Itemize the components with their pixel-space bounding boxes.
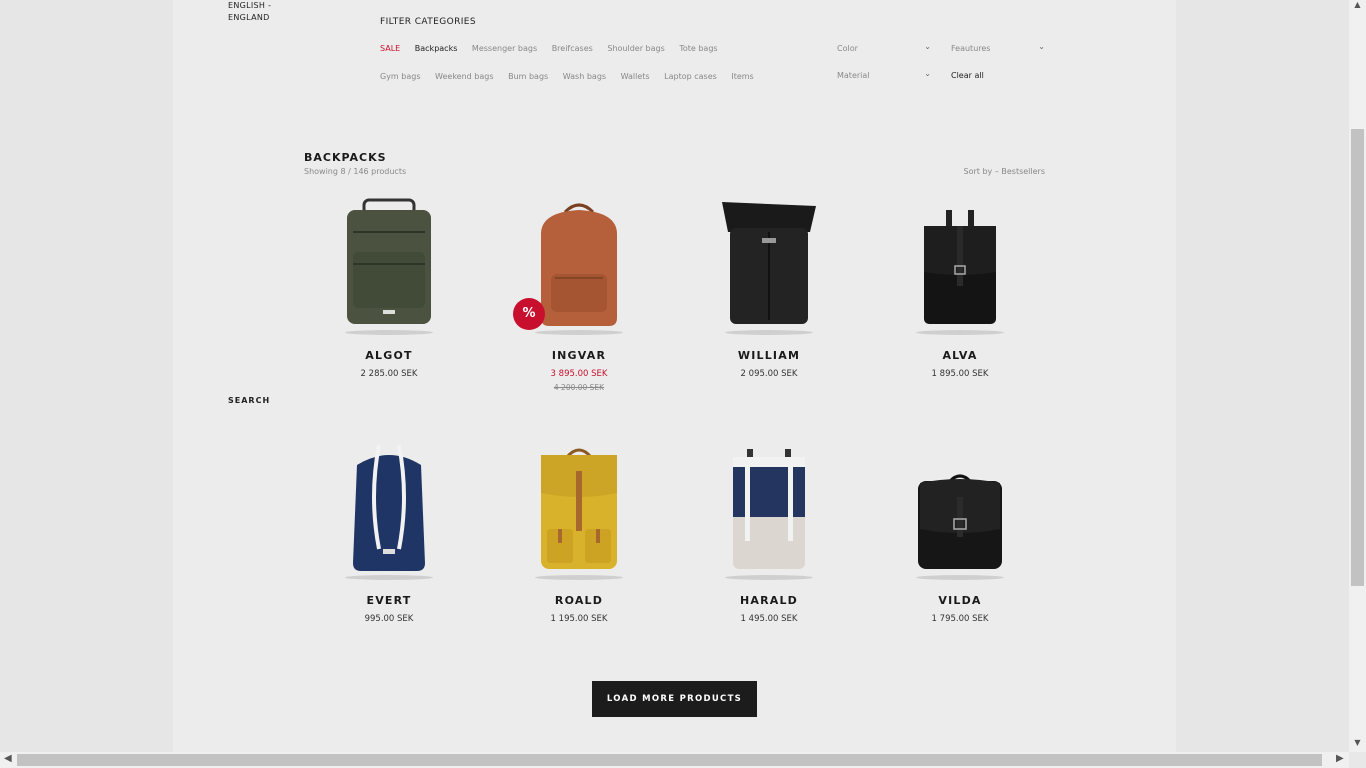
category-items[interactable]: Items [731, 72, 753, 81]
product-price: 1 795.00 SEK [931, 614, 989, 624]
product-price: 1 195.00 SEK [550, 614, 608, 624]
backpack-icon [924, 210, 996, 324]
filter-categories-row-2: Gym bags Weekend bags Bum bags Wash bags… [380, 72, 766, 81]
product-image[interactable] [294, 437, 484, 582]
page-title: BACKPACKS [304, 151, 387, 164]
product-image[interactable] [674, 192, 864, 337]
product-card-ingvar[interactable]: % INGVAR 3 895.00 SEK 4 200.00 SEK [484, 192, 674, 392]
chevron-down-icon: ⌄ [924, 69, 931, 78]
search-link[interactable]: SEARCH [228, 396, 270, 405]
product-price: 3 895.00 SEK [550, 369, 608, 379]
product-image[interactable]: % [484, 192, 674, 337]
product-shadow [916, 330, 1004, 335]
backpack-icon [722, 202, 816, 324]
chevron-down-icon: ⌄ [924, 42, 931, 51]
product-name[interactable]: HARALD [674, 594, 864, 607]
product-name[interactable]: ALGOT [294, 349, 484, 362]
product-shadow [916, 575, 1004, 580]
product-shadow [535, 330, 623, 335]
product-card-alva[interactable]: ALVA 1 895.00 SEK [865, 192, 1055, 379]
load-more-button[interactable]: LOAD MORE PRODUCTS [592, 681, 757, 717]
features-dropdown[interactable]: Feautures ⌄ [951, 42, 1045, 53]
product-shadow [725, 330, 813, 335]
product-price: 1 495.00 SEK [740, 614, 798, 624]
product-price: 995.00 SEK [364, 614, 414, 624]
material-dropdown-label: Material [837, 71, 870, 80]
product-image[interactable] [484, 437, 674, 582]
product-name[interactable]: ALVA [865, 349, 1055, 362]
product-image[interactable] [865, 437, 1055, 582]
language-label[interactable]: ENGLISH - ENGLAND [228, 0, 271, 24]
product-name[interactable]: VILDA [865, 594, 1055, 607]
product-image[interactable] [865, 192, 1055, 337]
product-card-roald[interactable]: ROALD 1 195.00 SEK [484, 437, 674, 624]
category-briefcases[interactable]: Breifcases [552, 44, 593, 53]
backpack-icon [347, 198, 431, 324]
product-price: 2 095.00 SEK [740, 369, 798, 379]
category-gym-bags[interactable]: Gym bags [380, 72, 421, 81]
backpack-icon [733, 449, 805, 569]
product-count: Showing 8 / 146 products [304, 167, 407, 176]
product-name[interactable]: EVERT [294, 594, 484, 607]
product-shadow [345, 575, 433, 580]
scroll-down-icon[interactable]: ▼ [1349, 738, 1366, 747]
product-shadow [725, 575, 813, 580]
backpack-icon [353, 444, 425, 571]
product-shadow [345, 330, 433, 335]
category-weekend-bags[interactable]: Weekend bags [435, 72, 493, 81]
product-price: 2 285.00 SEK [360, 369, 418, 379]
color-dropdown-label: Color [837, 44, 858, 53]
category-shoulder-bags[interactable]: Shoulder bags [607, 44, 664, 53]
product-card-vilda[interactable]: VILDA 1 795.00 SEK [865, 437, 1055, 624]
product-image[interactable] [294, 192, 484, 337]
scroll-up-icon[interactable]: ▲ [1349, 0, 1366, 9]
sale-badge: % [513, 298, 545, 330]
backpack-icon [541, 448, 617, 569]
product-image[interactable] [674, 437, 864, 582]
page-content: ENGLISH - ENGLAND SEARCH FILTER CATEGORI… [173, 0, 1176, 752]
product-price: 1 895.00 SEK [931, 369, 989, 379]
category-wash-bags[interactable]: Wash bags [563, 72, 606, 81]
product-card-william[interactable]: WILLIAM 2 095.00 SEK [674, 192, 864, 379]
product-shadow [535, 575, 623, 580]
category-backpacks[interactable]: Backpacks [415, 44, 458, 53]
sort-dropdown[interactable]: Sort by – Bestsellers [933, 167, 1045, 176]
backpack-icon [918, 474, 1002, 569]
horizontal-scrollbar[interactable]: ◀ ▶ [0, 752, 1366, 768]
category-laptop-cases[interactable]: Laptop cases [664, 72, 717, 81]
product-card-evert[interactable]: EVERT 995.00 SEK [294, 437, 484, 624]
vertical-scrollbar[interactable]: ▲ ▼ [1349, 0, 1366, 752]
scrollbar-corner [1349, 752, 1366, 768]
color-dropdown[interactable]: Color ⌄ [837, 42, 931, 53]
category-sale[interactable]: SALE [380, 44, 400, 53]
product-name[interactable]: ROALD [484, 594, 674, 607]
category-wallets[interactable]: Wallets [621, 72, 650, 81]
scroll-left-icon[interactable]: ◀ [4, 753, 12, 764]
product-name[interactable]: WILLIAM [674, 349, 864, 362]
vertical-scroll-thumb[interactable] [1351, 129, 1364, 586]
language-selector[interactable]: ENGLISH - ENGLAND [228, 0, 271, 24]
product-card-algot[interactable]: ALGOT 2 285.00 SEK [294, 192, 484, 379]
product-name[interactable]: INGVAR [484, 349, 674, 362]
clear-all-button[interactable]: Clear all [951, 71, 984, 80]
category-messenger-bags[interactable]: Messenger bags [472, 44, 537, 53]
category-bum-bags[interactable]: Bum bags [508, 72, 548, 81]
category-tote-bags[interactable]: Tote bags [679, 44, 717, 53]
filter-categories-title: FILTER CATEGORIES [380, 17, 476, 27]
scroll-right-icon[interactable]: ▶ [1336, 753, 1344, 764]
chevron-down-icon: ⌄ [1038, 42, 1045, 51]
features-dropdown-label: Feautures [951, 44, 991, 53]
filter-categories-row-1: SALE Backpacks Messenger bags Breifcases… [380, 44, 730, 53]
product-old-price: 4 200.00 SEK [553, 383, 605, 392]
horizontal-scroll-thumb[interactable] [17, 754, 1322, 766]
material-dropdown[interactable]: Material ⌄ [837, 69, 931, 80]
product-card-harald[interactable]: HARALD 1 495.00 SEK [674, 437, 864, 624]
